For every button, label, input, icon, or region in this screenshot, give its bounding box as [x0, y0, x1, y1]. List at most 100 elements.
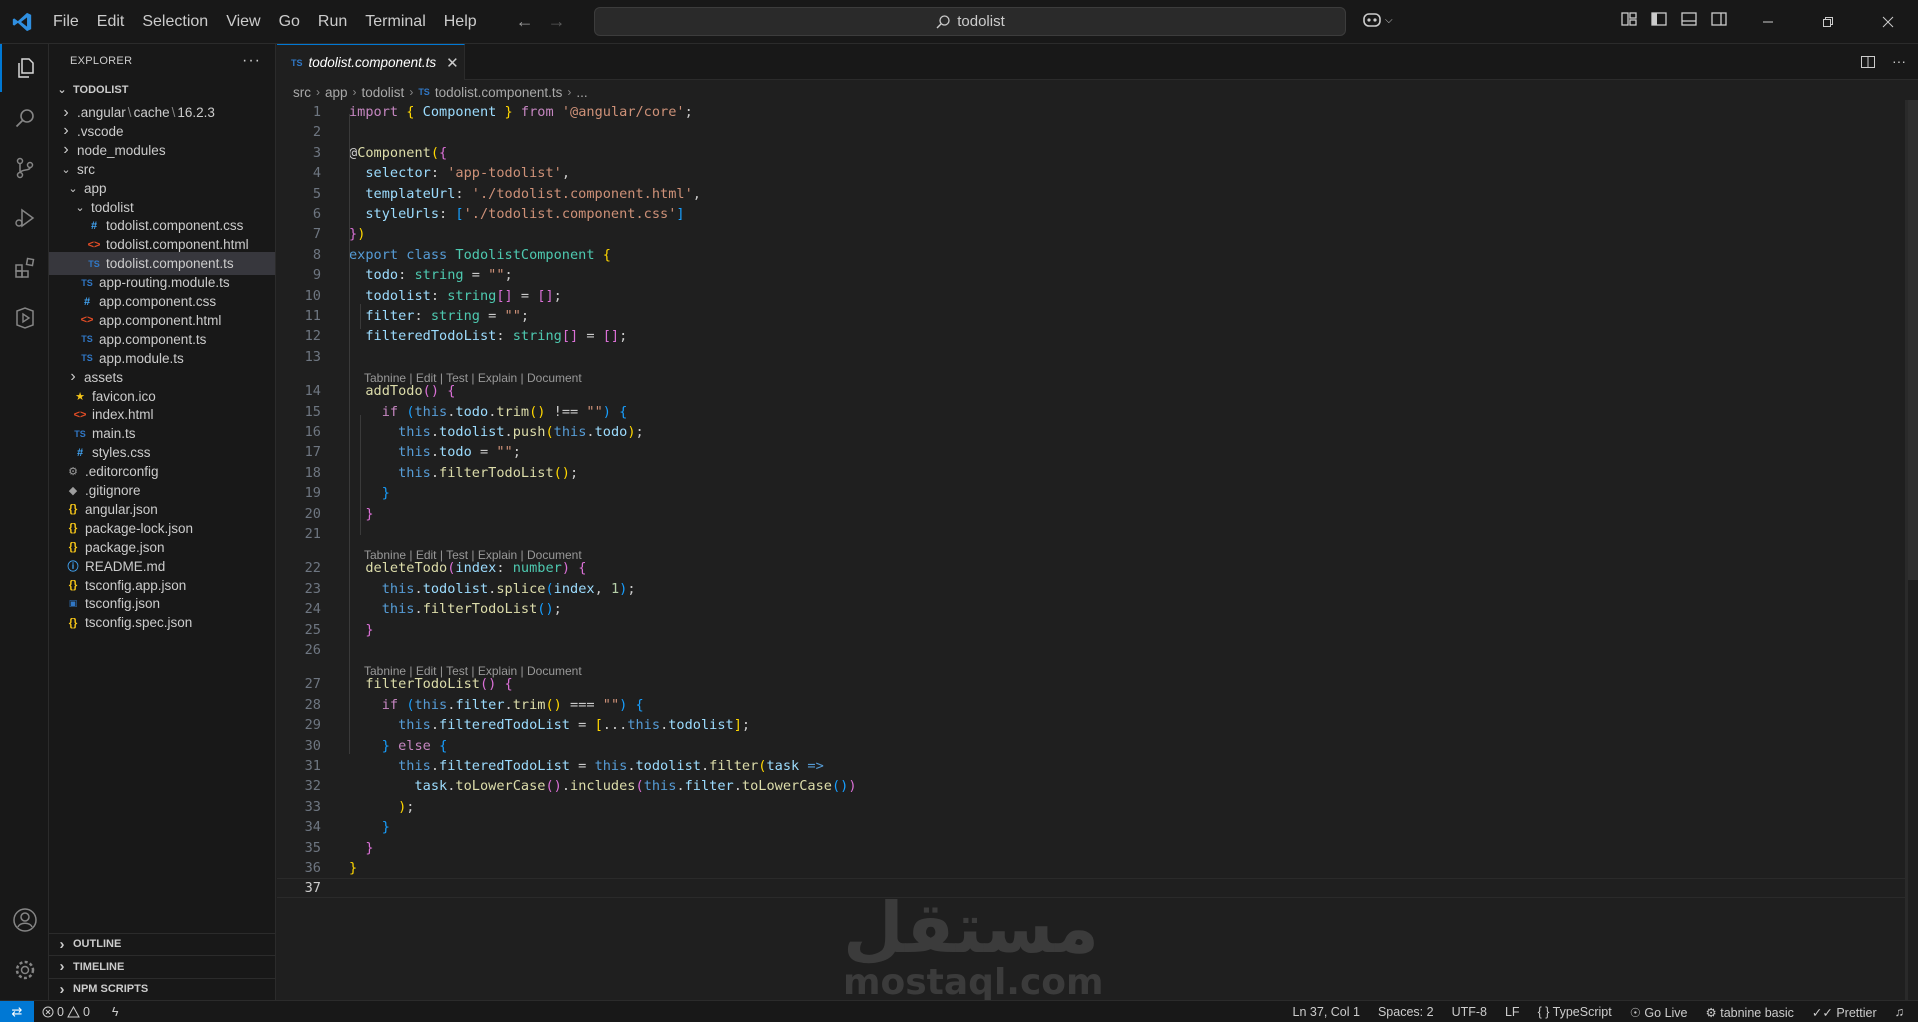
prettier-status[interactable]: ✓✓ Prettier	[1812, 1005, 1877, 1020]
indentation[interactable]: Spaces: 2	[1378, 1005, 1434, 1019]
menu-go[interactable]: Go	[270, 0, 309, 44]
code-line[interactable]: 25 }	[277, 620, 1907, 640]
code-line[interactable]: 29 this.filteredTodoList = [...this.todo…	[277, 715, 1907, 735]
code-line[interactable]: 5 templateUrl: './todolist.component.htm…	[277, 184, 1907, 204]
command-center-search[interactable]: todolist	[594, 7, 1346, 36]
status-bar: ⇄ 0 0 ϟ Ln 37, Col 1 Spaces: 2 UTF-8 LF …	[0, 1000, 1918, 1022]
code-line[interactable]: 19 }	[277, 483, 1907, 503]
extensions-icon[interactable]	[0, 244, 49, 292]
code-line[interactable]: 21	[277, 524, 1907, 544]
panel-outline[interactable]: › OUTLINE	[49, 932, 275, 956]
code-line[interactable]: 24 this.filterTodoList();	[277, 599, 1907, 619]
toggle-secondary-sidebar-icon[interactable]	[1710, 10, 1728, 28]
panel-timeline[interactable]: › TIMELINE	[49, 955, 275, 978]
toggle-panel-icon[interactable]	[1680, 10, 1698, 28]
code-line[interactable]: 20 }	[277, 504, 1907, 524]
code-line[interactable]: 32 task.toLowerCase().includes(this.filt…	[277, 776, 1907, 796]
tab-todolist-component-ts[interactable]: TS todolist.component.ts ✕	[277, 44, 465, 80]
forward-arrow-icon[interactable]: →	[548, 11, 566, 32]
close-window-icon[interactable]	[1858, 0, 1918, 44]
line-number: 18	[304, 464, 321, 481]
panel-npm-scripts[interactable]: › NPM SCRIPTS	[49, 977, 275, 1001]
code-line[interactable]: 3 @Component({	[277, 143, 1907, 163]
menu-file[interactable]: File	[44, 0, 88, 44]
toggle-primary-sidebar-icon[interactable]	[1650, 10, 1668, 28]
source-control-icon[interactable]	[0, 144, 49, 192]
code-line[interactable]: 34 }	[277, 817, 1907, 837]
code-line[interactable]: 17 this.todo = "";	[277, 442, 1907, 462]
breadcrumb-item[interactable]: src	[293, 85, 311, 100]
code-line[interactable]: 36}	[277, 858, 1907, 878]
code-line[interactable]: 10 todolist: string[] = [];	[277, 286, 1907, 306]
customize-layout-icon[interactable]	[1620, 10, 1638, 28]
code-line[interactable]: 11 filter: string = "";	[277, 306, 1907, 326]
code-line[interactable]: 8 export class TodolistComponent {	[277, 245, 1907, 265]
breadcrumb-item[interactable]: todolist	[362, 85, 405, 100]
remote-explorer-icon[interactable]	[0, 294, 49, 342]
remote-indicator-icon[interactable]: ⇄	[0, 1000, 34, 1022]
encoding[interactable]: UTF-8	[1452, 1005, 1487, 1019]
menu-help[interactable]: Help	[435, 0, 486, 44]
typescript-file-icon: TS	[81, 353, 93, 364]
search-activity-icon[interactable]	[0, 94, 49, 142]
more-actions-icon[interactable]: ···	[242, 52, 261, 70]
tree-root-todolist[interactable]: ⌄ TODOLIST	[49, 78, 275, 101]
code-line[interactable]: 15 if (this.todo.trim() !== "") {	[277, 402, 1907, 422]
cursor-position[interactable]: Ln 37, Col 1	[1293, 1005, 1360, 1019]
lightning-icon[interactable]: ϟ	[112, 1005, 119, 1019]
code-line[interactable]: 28 if (this.filter.trim() === "") {	[277, 695, 1907, 715]
problems-indicator[interactable]: 0 0	[42, 1005, 90, 1019]
code-line[interactable]: 4 selector: 'app-todolist',	[277, 163, 1907, 183]
code-line[interactable]: 16 this.todolist.push(this.todo);	[277, 422, 1907, 442]
code-editor[interactable]: 1 import { Component } from '@angular/cor…	[277, 100, 1907, 1000]
back-arrow-icon[interactable]: ←	[516, 11, 534, 32]
code-line[interactable]: 18 this.filterTodoList();	[277, 463, 1907, 483]
file-item[interactable]: {} tsconfig.spec.json	[49, 611, 275, 634]
notifications-bell-icon[interactable]: ♫	[1895, 1005, 1904, 1019]
go-live-button[interactable]: ☉ Go Live	[1630, 1005, 1688, 1020]
run-debug-icon[interactable]	[0, 194, 49, 242]
scrollbar-thumb[interactable]	[1908, 100, 1918, 580]
code-line[interactable]: 13	[277, 347, 1907, 367]
code-line[interactable]: 27 filterTodoList() {	[277, 674, 1907, 694]
code-line[interactable]: 2	[277, 122, 1907, 142]
code-line[interactable]: 23 this.todolist.splice(index, 1);	[277, 579, 1907, 599]
explorer-icon[interactable]	[0, 44, 49, 92]
code-line[interactable]: 14 addTodo() {	[277, 381, 1907, 401]
line-number: 36	[304, 860, 321, 876]
item-label: node_modules	[77, 142, 166, 158]
code-text: }	[349, 860, 358, 876]
accounts-icon[interactable]	[0, 896, 49, 944]
code-line[interactable]: 31 this.filteredTodoList = this.todolist…	[277, 756, 1907, 776]
breadcrumb-item[interactable]: app	[325, 85, 348, 100]
menu-view[interactable]: View	[217, 0, 269, 44]
menu-terminal[interactable]: Terminal	[356, 0, 434, 44]
tabnine-status[interactable]: ⚙ tabnine basic	[1706, 1005, 1794, 1020]
minimize-icon[interactable]	[1738, 0, 1798, 44]
split-editor-icon[interactable]	[1860, 54, 1876, 70]
copilot-menu[interactable]: ⌵	[1361, 10, 1393, 30]
code-line[interactable]: 33 );	[277, 797, 1907, 817]
close-tab-icon[interactable]: ✕	[446, 54, 459, 72]
code-line[interactable]: 22 deleteTodo(index: number) {	[277, 558, 1907, 578]
code-line[interactable]: 26	[277, 640, 1907, 660]
restore-icon[interactable]	[1798, 0, 1858, 44]
menu-edit[interactable]: Edit	[88, 0, 134, 44]
menu-selection[interactable]: Selection	[133, 0, 217, 44]
breadcrumb-item[interactable]: todolist.component.ts	[435, 85, 563, 100]
end-of-line[interactable]: LF	[1505, 1005, 1520, 1019]
code-line[interactable]: 30 } else {	[277, 736, 1907, 756]
menu-run[interactable]: Run	[309, 0, 356, 44]
editor-scrollbar[interactable]	[1906, 100, 1918, 1000]
code-line[interactable]: 12 filteredTodoList: string[] = [];	[277, 326, 1907, 346]
settings-gear-icon[interactable]	[0, 946, 49, 994]
breadcrumb-item[interactable]: ...	[576, 85, 587, 100]
code-line[interactable]: 9 todo: string = "";	[277, 265, 1907, 285]
code-line[interactable]: 35 }	[277, 838, 1907, 858]
more-editor-actions-icon[interactable]: ···	[1892, 54, 1906, 70]
code-line[interactable]: 6 styleUrls: ['./todolist.component.css'…	[277, 204, 1907, 224]
language-mode[interactable]: { } TypeScript	[1538, 1005, 1612, 1019]
code-line[interactable]: 1 import { Component } from '@angular/cor…	[277, 102, 1907, 122]
line-number: 20	[304, 505, 321, 522]
code-line[interactable]: 7})	[277, 224, 1907, 244]
